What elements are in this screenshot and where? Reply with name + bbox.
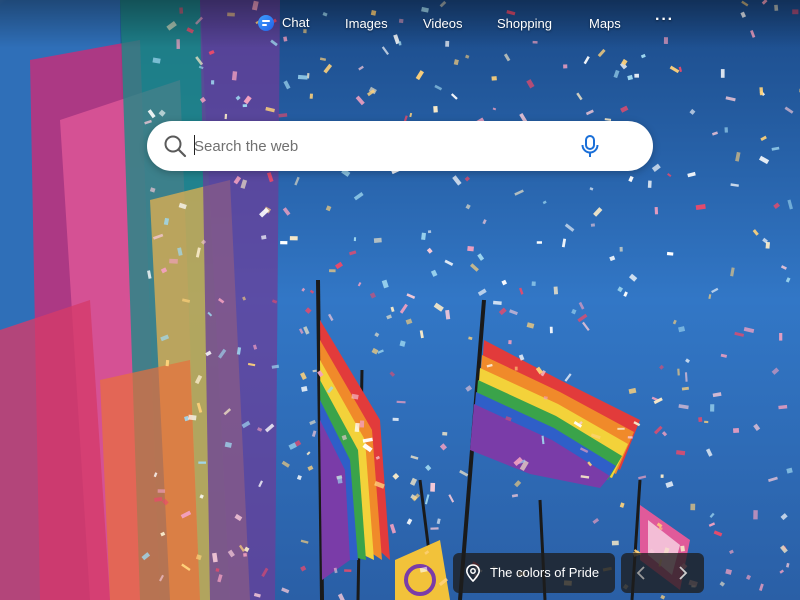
confetti-piece [243,553,247,557]
chevron-right-icon [679,566,688,580]
confetti-piece [680,545,685,552]
nav-chat-label: Chat [282,15,310,30]
homepage: Chat Images Videos Shopping Maps ··· The… [0,0,800,600]
confetti-piece [231,71,238,81]
confetti-piece [309,93,314,99]
confetti-piece [617,427,625,430]
confetti-piece [654,207,659,215]
previous-image-button[interactable] [621,553,662,593]
confetti-piece [611,540,619,546]
confetti-piece [215,568,220,572]
confetti-piece [647,180,652,188]
confetti-piece [779,333,783,341]
confetti-piece [590,223,595,227]
confetti-piece [720,69,725,78]
confetti-piece [536,241,542,244]
search-box [147,121,653,171]
confetti-piece [514,366,518,371]
chat-icon [258,15,274,31]
confetti-piece [329,269,336,273]
confetti-piece [430,527,439,530]
more-menu-button[interactable]: ··· [655,12,674,28]
search-icon [164,135,187,158]
confetti-piece [531,281,536,287]
confetti-piece [157,489,166,493]
confetti-piece [442,431,448,436]
confetti-piece [619,246,623,252]
confetti-piece [430,482,436,492]
confetti-piece [698,417,703,423]
nav-chat[interactable]: Chat [258,15,309,31]
confetti-piece [224,113,228,120]
nav-maps[interactable]: Maps [589,16,621,32]
confetti-piece [704,420,709,424]
confetti-piece [353,237,357,242]
nav-videos[interactable]: Videos [423,16,463,32]
microphone-icon[interactable] [577,133,603,159]
confetti-piece [492,300,502,306]
confetti-piece [660,474,664,478]
confetti-piece [165,359,170,367]
next-image-button[interactable] [663,553,704,593]
confetti-piece [188,414,197,421]
confetti-piece [242,104,248,108]
confetti-piece [289,236,298,241]
confetti-piece [392,417,399,422]
confetti-piece [297,74,308,80]
search-input[interactable] [194,121,564,171]
confetti-piece [753,510,758,520]
confetti-piece [359,420,365,428]
confetti-piece [169,258,178,264]
caption-text: The colors of Pride [490,565,600,580]
confetti-piece [710,404,715,412]
confetti-piece [553,286,559,295]
confetti-piece [634,73,639,78]
background-image [0,0,800,600]
chevron-left-icon [636,566,645,580]
nav-shopping[interactable]: Shopping [497,16,552,32]
confetti-piece [627,436,633,439]
confetti-piece [211,80,215,85]
location-pin-icon [465,564,481,582]
image-navigation [621,553,704,593]
confetti-piece [690,503,696,511]
image-caption[interactable]: The colors of Pride [453,553,615,593]
confetti-piece [491,76,497,81]
confetti-piece [508,340,512,345]
top-navigation: Chat Images Videos Shopping Maps ··· [0,0,800,48]
confetti-piece [732,428,740,434]
confetti-piece [373,237,382,243]
text-cursor [194,135,195,155]
confetti-piece [724,127,728,133]
confetti-piece [344,569,352,572]
confetti-piece [549,326,553,334]
confetti-piece [759,87,764,96]
confetti-piece [280,241,288,245]
confetti-piece [433,105,438,113]
confetti-piece [563,64,568,69]
nav-images[interactable]: Images [345,16,388,32]
confetti-piece [467,246,474,252]
confetti-piece [354,422,360,433]
confetti-piece [666,251,674,256]
confetti-piece [421,232,426,240]
confetti-piece [198,461,206,464]
confetti-piece [427,230,432,234]
